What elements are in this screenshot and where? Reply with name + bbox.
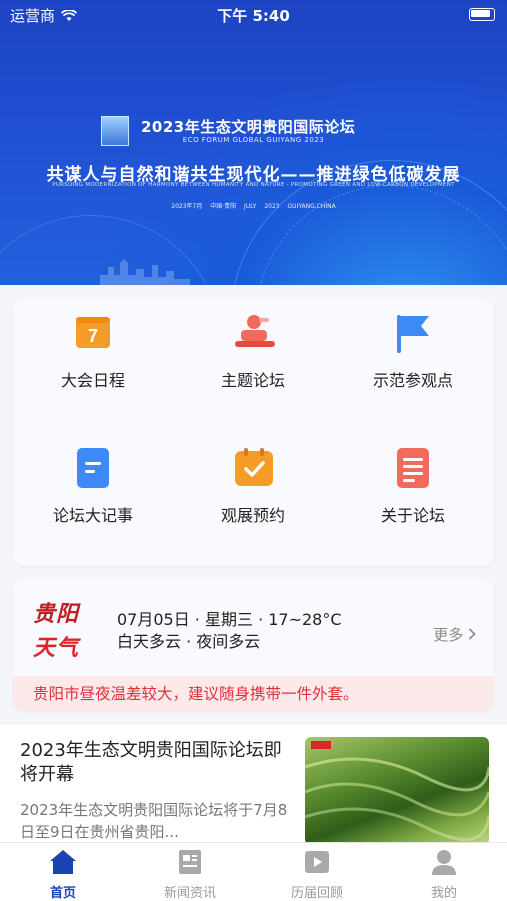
terrace-landscape-image bbox=[305, 741, 489, 841]
weather-more-link[interactable]: 更多 bbox=[433, 624, 476, 645]
chevron-right-icon bbox=[468, 628, 476, 640]
news-thumbnail bbox=[305, 737, 489, 845]
menu-label: 大会日程 bbox=[60, 371, 125, 390]
notes-icon bbox=[75, 448, 111, 488]
newspaper-icon bbox=[179, 850, 201, 874]
menu-label: 观展预约 bbox=[220, 506, 285, 525]
speaker-icon bbox=[235, 313, 275, 349]
menu-item-about[interactable]: 关于论坛 bbox=[333, 448, 493, 526]
forum-banner[interactable]: 2023年生态文明贵阳国际论坛 ECO FORUM GLOBAL GUIYANG… bbox=[0, 0, 507, 285]
status-bar: 运营商 下午 5:40 bbox=[0, 0, 507, 28]
news-summary: 2023年生态文明贵阳国际论坛将于7月8日至9日在贵州省贵阳... bbox=[20, 801, 288, 841]
tab-review[interactable]: 历届回顾 bbox=[254, 843, 380, 901]
menu-label: 示范参观点 bbox=[372, 371, 453, 390]
banner-title-en: ECO FORUM GLOBAL GUIYANG 2023 bbox=[182, 136, 325, 144]
menu-item-forums[interactable]: 主题论坛 bbox=[173, 313, 333, 391]
quick-menu-card: 7 大会日程 主题论坛 示范参观点 论坛大记事 观展预约 关于论坛 bbox=[13, 298, 494, 566]
weather-logo: 贵阳 天气 bbox=[33, 602, 80, 661]
menu-label: 关于论坛 bbox=[380, 506, 445, 525]
banner-title: 2023年生态文明贵阳国际论坛 bbox=[141, 118, 356, 136]
checklist-icon bbox=[235, 448, 273, 486]
menu-item-exhibition-booking[interactable]: 观展预约 bbox=[173, 448, 333, 526]
news-list-item[interactable]: 2023年生态文明贵阳国际论坛即将开幕 2023年生态文明贵阳国际论坛将于7月8… bbox=[0, 725, 507, 845]
svg-text:7: 7 bbox=[88, 326, 98, 346]
home-icon bbox=[50, 850, 76, 874]
weather-condition: 白天多云 · 夜间多云 bbox=[117, 632, 261, 651]
menu-item-schedule[interactable]: 7 大会日程 bbox=[13, 313, 173, 391]
bottom-tab-bar: 首页 新闻资讯 历届回顾 我的 bbox=[0, 842, 507, 901]
document-icon bbox=[395, 448, 431, 488]
calendar-icon: 7 bbox=[75, 313, 111, 349]
profile-icon bbox=[432, 850, 456, 875]
weather-card[interactable]: 贵阳 天气 07月05日 · 星期三 · 17~28°C 白天多云 · 夜间多云… bbox=[13, 578, 494, 712]
tab-news[interactable]: 新闻资讯 bbox=[127, 843, 253, 901]
flag-icon bbox=[395, 313, 431, 353]
menu-label: 主题论坛 bbox=[220, 371, 285, 390]
menu-label: 论坛大记事 bbox=[52, 506, 133, 525]
banner-dates: 2023年7月 中国·贵阳 JULY 2023 GUIYANG,CHINA bbox=[171, 203, 336, 210]
news-title: 2023年生态文明贵阳国际论坛即将开幕 bbox=[20, 740, 282, 785]
battery-icon bbox=[469, 8, 495, 21]
menu-item-chronicle[interactable]: 论坛大记事 bbox=[13, 448, 173, 526]
tab-home[interactable]: 首页 bbox=[0, 843, 126, 901]
menu-item-demo-sites[interactable]: 示范参观点 bbox=[333, 313, 493, 391]
weather-date-temperature: 07月05日 · 星期三 · 17~28°C bbox=[117, 610, 342, 629]
weather-tip: 贵阳市昼夜温差较大，建议随身携带一件外套。 bbox=[13, 676, 494, 712]
city-skyline-icon bbox=[100, 259, 190, 285]
video-icon bbox=[305, 851, 329, 873]
status-time: 下午 5:40 bbox=[217, 7, 290, 25]
banner-slogan-en: PURSUING MODERNIZATION OF HARMONY BETWEE… bbox=[52, 182, 455, 188]
tab-profile[interactable]: 我的 bbox=[381, 843, 507, 901]
